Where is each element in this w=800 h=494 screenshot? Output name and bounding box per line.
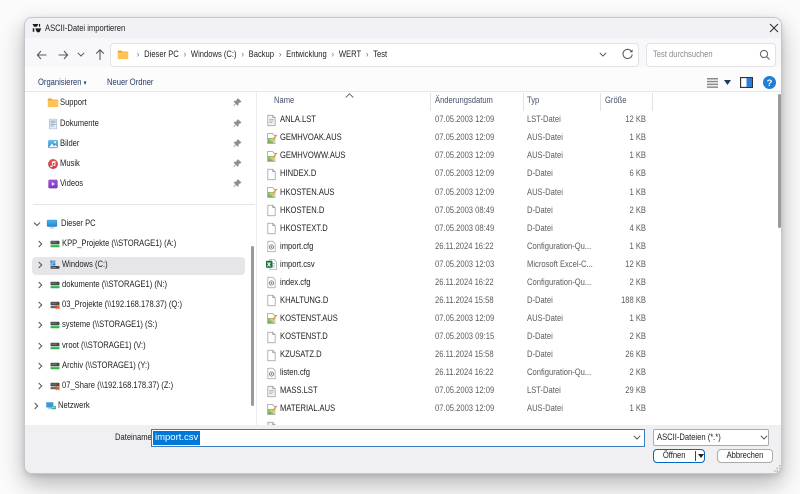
svg-text:?: ? — [767, 78, 773, 89]
